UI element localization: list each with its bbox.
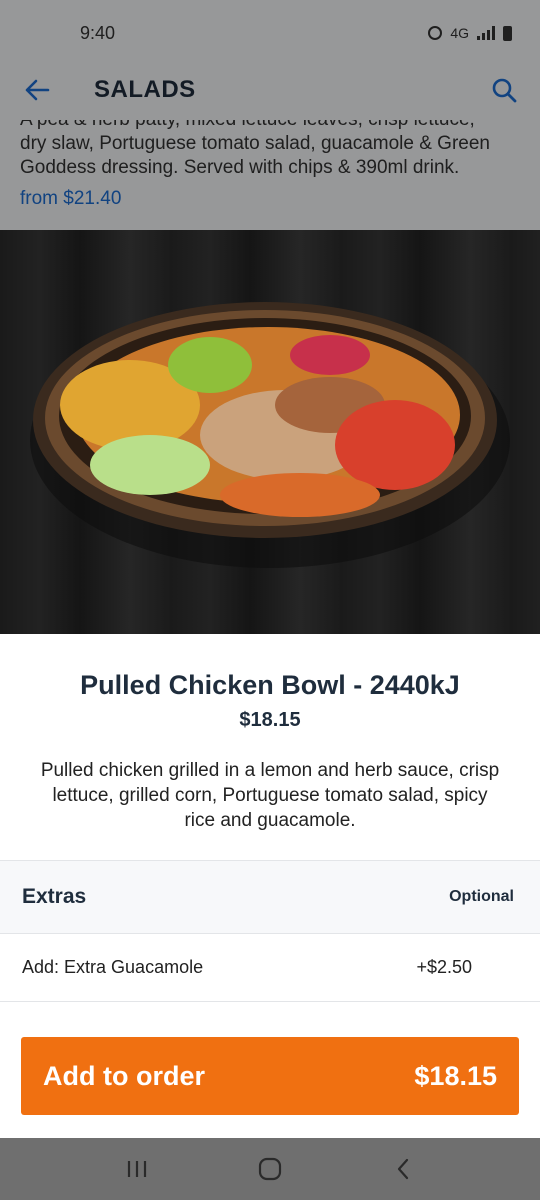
item-desc-line: rice and guacamole. xyxy=(184,810,356,831)
extra-option-guacamole[interactable]: Add: Extra Guacamole +$2.50 xyxy=(0,934,540,1002)
extras-header: Extras Optional xyxy=(0,860,540,934)
status-icons: 4G xyxy=(428,25,512,41)
nav-back-icon[interactable] xyxy=(383,1149,423,1189)
background-item-price: from $21.40 xyxy=(20,188,122,209)
background-desc-line: A pea & herb patty, mixed lettuce leaves… xyxy=(20,120,520,132)
app-bar: SALADS xyxy=(0,66,540,114)
add-to-order-price: $18.15 xyxy=(414,1060,497,1091)
item-photo xyxy=(0,230,540,634)
search-icon[interactable] xyxy=(486,72,522,108)
item-price: $18.15 xyxy=(239,709,301,731)
arrow-left-icon[interactable] xyxy=(20,73,54,107)
extras-optional-label: Optional xyxy=(449,888,514,905)
item-title: Pulled Chicken Bowl - 2440kJ xyxy=(80,670,460,700)
system-nav-bar xyxy=(0,1138,540,1200)
page-title: SALADS xyxy=(94,76,196,103)
background-desc-line: dry slaw, Portuguese tomato salad, guaca… xyxy=(20,133,490,154)
item-desc-line: Pulled chicken grilled in a lemon and he… xyxy=(40,760,500,781)
extras-title: Extras xyxy=(22,885,87,908)
item-detail-sheet: Pulled Chicken Bowl - 2440kJ $18.15 Pull… xyxy=(0,634,540,1138)
recent-apps-icon[interactable] xyxy=(117,1149,157,1189)
signal-icon xyxy=(477,26,495,40)
background-page: 9:40 4G SALADS A pea & herb patty, mixed… xyxy=(0,0,540,230)
background-desc-line: Goddess dressing. Served with chips & 39… xyxy=(20,157,460,178)
home-icon[interactable] xyxy=(250,1149,290,1189)
alarm-icon xyxy=(428,26,443,40)
battery-icon xyxy=(503,25,512,41)
add-to-order-button[interactable]: Add to order $18.15 xyxy=(21,1037,519,1115)
add-to-order-label: Add to order xyxy=(43,1060,205,1091)
background-item-description: A pea & herb patty, mixed lettuce leaves… xyxy=(0,120,540,178)
item-description: Pulled chicken grilled in a lemon and he… xyxy=(22,758,518,833)
status-time: 9:40 xyxy=(80,22,116,43)
item-desc-line: lettuce, grilled corn, Portuguese tomato… xyxy=(52,785,488,806)
extra-option-label: Add: Extra Guacamole xyxy=(22,957,204,977)
network-label: 4G xyxy=(450,25,469,41)
status-bar: 9:40 4G xyxy=(0,0,540,66)
extra-option-price: +$2.50 xyxy=(416,957,472,977)
